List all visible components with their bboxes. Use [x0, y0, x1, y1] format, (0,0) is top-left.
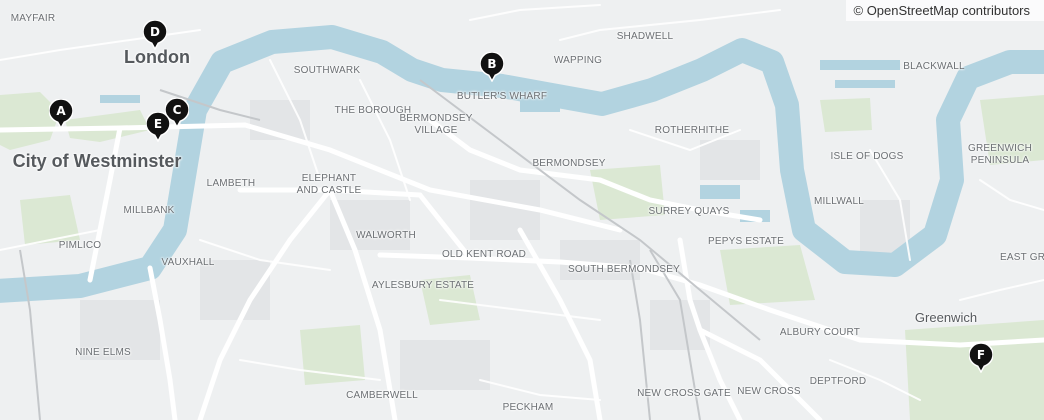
place-label-millbank: MILLBANK [123, 205, 175, 216]
place-label-mayfair: MAYFAIR [10, 13, 56, 24]
place-label-surrey-quays: SURREY QUAYS [648, 206, 730, 217]
place-label-london: London [124, 47, 190, 67]
place-label-lambeth: LAMBETH [206, 178, 256, 189]
place-label-new-cross: NEW CROSS [737, 386, 801, 397]
map-marker-label: B [487, 57, 497, 71]
place-label-isle-of-dogs: ISLE OF DOGS [830, 151, 904, 162]
place-label-greenwich-peninsula: GREENWICH PENINSULA [967, 143, 1033, 166]
place-label-butlers-wharf: BUTLER'S WHARF [456, 91, 548, 102]
map-marker-label: D [150, 25, 160, 39]
place-label-east-greenwich: EAST GRE [1000, 252, 1044, 263]
map-canvas[interactable]: MAYFAIR London City of Westminster SOUTHWAR… [0, 0, 1044, 420]
place-label-southwark: SOUTHWARK [293, 65, 361, 76]
map-marker-e[interactable]: E [146, 112, 170, 142]
place-label-city-of-westminster: City of Westminster [12, 151, 182, 171]
place-label-south-bermondsey: SOUTH BERMONDSEY [567, 264, 681, 275]
place-label-pepys-estate: PEPYS ESTATE [708, 236, 784, 247]
place-label-old-kent-road: OLD KENT ROAD [441, 249, 527, 260]
place-label-rotherhithe: ROTHERHITHE [654, 125, 730, 136]
place-label-wapping: WAPPING [553, 55, 603, 66]
place-label-albury-court: ALBURY COURT [779, 327, 861, 338]
place-label-aylesbury-estate: AYLESBURY ESTATE [371, 280, 475, 291]
place-label-blackwall: BLACKWALL [903, 61, 965, 72]
map-marker-label: E [153, 117, 163, 131]
map-marker-d[interactable]: D [143, 20, 167, 50]
map-marker-a[interactable]: A [49, 99, 73, 129]
map-marker-label: A [56, 104, 66, 118]
attribution-text: © OpenStreetMap contributors [845, 0, 1044, 21]
place-label-bermondsey-village: BERMONDSEY VILLAGE [399, 113, 473, 136]
place-label-elephant-and-castle: ELEPHANT AND CASTLE [296, 173, 362, 196]
map-marker-b[interactable]: B [480, 52, 504, 82]
place-label-new-cross-gate: NEW CROSS GATE [637, 388, 731, 399]
map-marker-f[interactable]: F [969, 343, 993, 373]
place-label-deptford: DEPTFORD [809, 376, 867, 387]
place-label-bermondsey: BERMONDSEY [532, 158, 606, 169]
place-label-greenwich: Greenwich [914, 310, 978, 325]
place-label-millwall: MILLWALL [814, 196, 864, 207]
place-label-peckham: PECKHAM [502, 402, 554, 413]
place-label-camberwell: CAMBERWELL [346, 390, 418, 401]
place-label-walworth: WALWORTH [356, 230, 416, 241]
map-marker-label: F [976, 348, 986, 362]
place-label-shadwell: SHADWELL [616, 31, 674, 42]
place-label-pimlico: PIMLICO [58, 240, 102, 251]
place-label-vauxhall: VAUXHALL [161, 257, 215, 268]
place-label-nine-elms: NINE ELMS [75, 347, 131, 358]
